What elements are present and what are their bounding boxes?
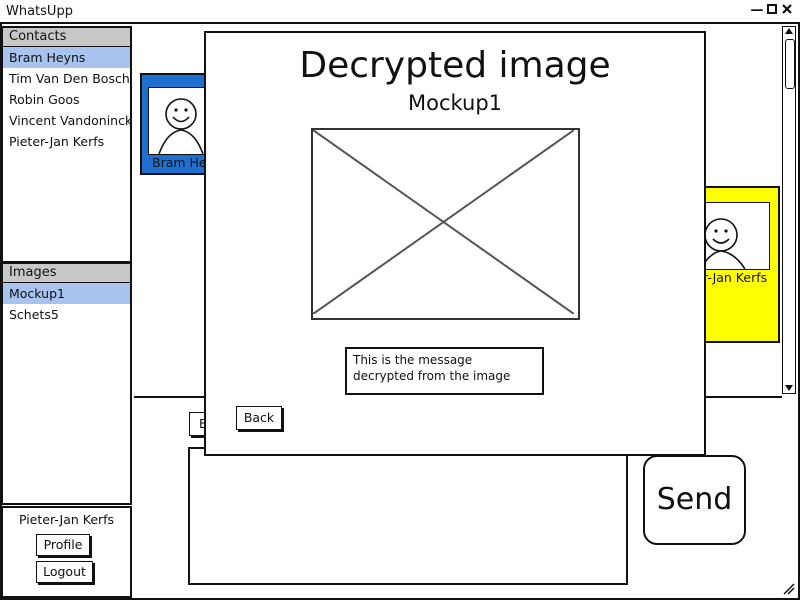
decrypted-message: This is the message decrypted from the i… [345, 347, 544, 395]
close-button[interactable] [780, 3, 794, 19]
images-panel: Images Mockup1 Schets5 [1, 262, 132, 505]
scrollbar-thumb[interactable] [785, 39, 795, 89]
current-user-name: Pieter-Jan Kerfs [18, 512, 115, 527]
contacts-panel: Contacts Bram Heyns Tim Van Den Bosch Ro… [1, 26, 132, 263]
contact-item-bram-heyns[interactable]: Bram Heyns [3, 47, 130, 68]
image-item-mockup1[interactable]: Mockup1 [3, 283, 130, 304]
user-panel: Pieter-Jan Kerfs Profile Logout [1, 506, 132, 598]
app-title: WhatsUpp [6, 4, 73, 19]
conversation-scrollbar[interactable] [782, 26, 796, 394]
contacts-header: Contacts [3, 28, 130, 48]
contact-item-pieter-jan-kerfs[interactable]: Pieter-Jan Kerfs [3, 131, 130, 152]
back-button[interactable]: Back [236, 406, 282, 430]
maximize-icon [767, 4, 777, 14]
avatar [148, 87, 210, 155]
close-icon [782, 4, 792, 14]
resize-grip-icon[interactable] [782, 582, 796, 596]
contact-item-tim-van-den-bosch[interactable]: Tim Van Den Bosch [3, 68, 130, 89]
message-input[interactable] [188, 447, 628, 585]
contact-item-vincent-vandoninck[interactable]: Vincent Vandoninck [3, 110, 130, 131]
send-button[interactable]: Send [643, 455, 746, 545]
contact-item-robin-goos[interactable]: Robin Goos [3, 89, 130, 110]
contact-card-bram[interactable]: Bram Heyns [140, 73, 228, 175]
smiley-face-icon [158, 98, 204, 154]
minimize-button[interactable]: — [750, 3, 764, 19]
scroll-down-icon[interactable] [784, 383, 794, 393]
maximize-button[interactable] [765, 3, 779, 19]
dialog-title: Decrypted image [299, 45, 611, 86]
image-item-schets5[interactable]: Schets5 [3, 304, 130, 325]
scroll-up-icon[interactable] [784, 26, 794, 36]
logout-button[interactable]: Logout [36, 561, 93, 583]
image-placeholder-icon [312, 129, 575, 315]
images-header: Images [3, 264, 130, 284]
dialog-subtitle: Mockup1 [407, 91, 503, 115]
decrypted-image [311, 128, 580, 320]
title-bar: WhatsUpp — [0, 0, 800, 24]
profile-button[interactable]: Profile [36, 534, 90, 556]
decrypted-image-dialog: Decrypted image Mockup1 This is the mess… [204, 31, 706, 456]
